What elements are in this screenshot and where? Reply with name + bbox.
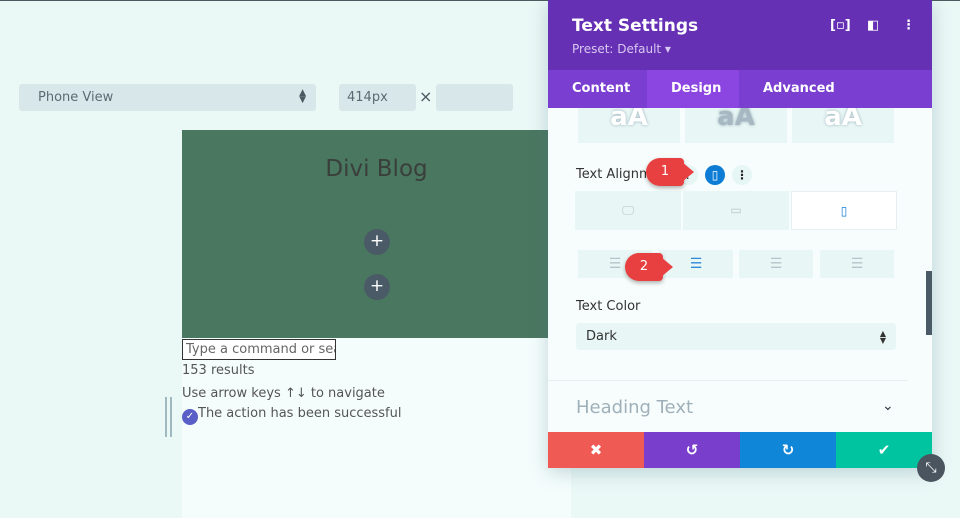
- results-count: 153 results: [182, 363, 255, 378]
- align-justify-icon[interactable]: ☰: [820, 250, 894, 278]
- phone-icon[interactable]: ▯: [791, 191, 897, 230]
- scrollbar[interactable]: [926, 271, 932, 335]
- heading-text-section[interactable]: Heading Text: [576, 397, 693, 418]
- height-input[interactable]: [436, 84, 513, 111]
- success-message: ✓ The action has been successful: [182, 406, 401, 425]
- panel-footer: ✖ ↺ ↻ ✔: [548, 432, 932, 468]
- desktop-icon[interactable]: 🖵: [575, 191, 681, 230]
- preset-dropdown[interactable]: Preset: Default ▾: [572, 42, 671, 56]
- tab-advanced[interactable]: Advanced: [739, 70, 849, 108]
- hero-section: Divi Blog: [182, 130, 548, 338]
- font-style-option[interactable]: aA: [578, 108, 680, 143]
- panel-header: Text Settings Preset: Default ▾ [▫] ◧ ⋮: [548, 0, 932, 70]
- tablet-icon[interactable]: ▭: [683, 191, 789, 230]
- navigation-hint: Use arrow keys ↑↓ to navigate: [182, 386, 385, 401]
- panel-title: Text Settings: [572, 16, 699, 36]
- add-section-button[interactable]: +: [364, 274, 390, 300]
- view-select[interactable]: Phone View ▲ ▼: [19, 84, 316, 111]
- annotation-marker-2: 2: [625, 253, 673, 281]
- focus-icon[interactable]: [▫]: [830, 18, 851, 33]
- undo-button[interactable]: ↺: [644, 432, 740, 468]
- annotation-marker-1: 1: [646, 158, 694, 186]
- more-icon[interactable]: ⋮: [902, 18, 915, 33]
- settings-panel: Text Settings Preset: Default ▾ [▫] ◧ ⋮ …: [548, 0, 932, 468]
- text-color-select[interactable]: Dark ▲ ▼: [576, 323, 896, 350]
- font-style-option[interactable]: aA: [792, 108, 894, 143]
- times-icon: ×: [419, 87, 433, 106]
- text-color-label: Text Color: [576, 299, 641, 314]
- options-icon[interactable]: ⋮: [732, 165, 752, 185]
- command-input[interactable]: Type a command or search: [182, 339, 336, 360]
- add-row-button[interactable]: +: [364, 229, 390, 255]
- chevron-down-icon[interactable]: ⌄: [882, 398, 894, 414]
- align-right-icon[interactable]: ☰: [739, 250, 813, 278]
- divider: [548, 380, 908, 381]
- sidebar-icon[interactable]: ◧: [867, 18, 879, 33]
- tab-content[interactable]: Content: [548, 70, 647, 108]
- select-arrows-icon: ▲ ▼: [879, 329, 886, 345]
- width-input[interactable]: 414px: [339, 84, 416, 111]
- font-style-option[interactable]: aA: [685, 108, 787, 143]
- resize-icon[interactable]: ⤡: [917, 454, 945, 482]
- drag-handle[interactable]: [165, 397, 172, 437]
- select-arrows-icon: ▲ ▼: [299, 88, 306, 105]
- phone-responsive-icon[interactable]: ▯: [705, 165, 725, 185]
- cancel-button[interactable]: ✖: [548, 432, 644, 468]
- tab-design[interactable]: Design: [647, 70, 739, 108]
- check-circle-icon: ✓: [182, 409, 198, 425]
- redo-button[interactable]: ↻: [740, 432, 836, 468]
- panel-tabs: Content Design Advanced: [548, 70, 932, 108]
- blog-title: Divi Blog: [325, 156, 428, 182]
